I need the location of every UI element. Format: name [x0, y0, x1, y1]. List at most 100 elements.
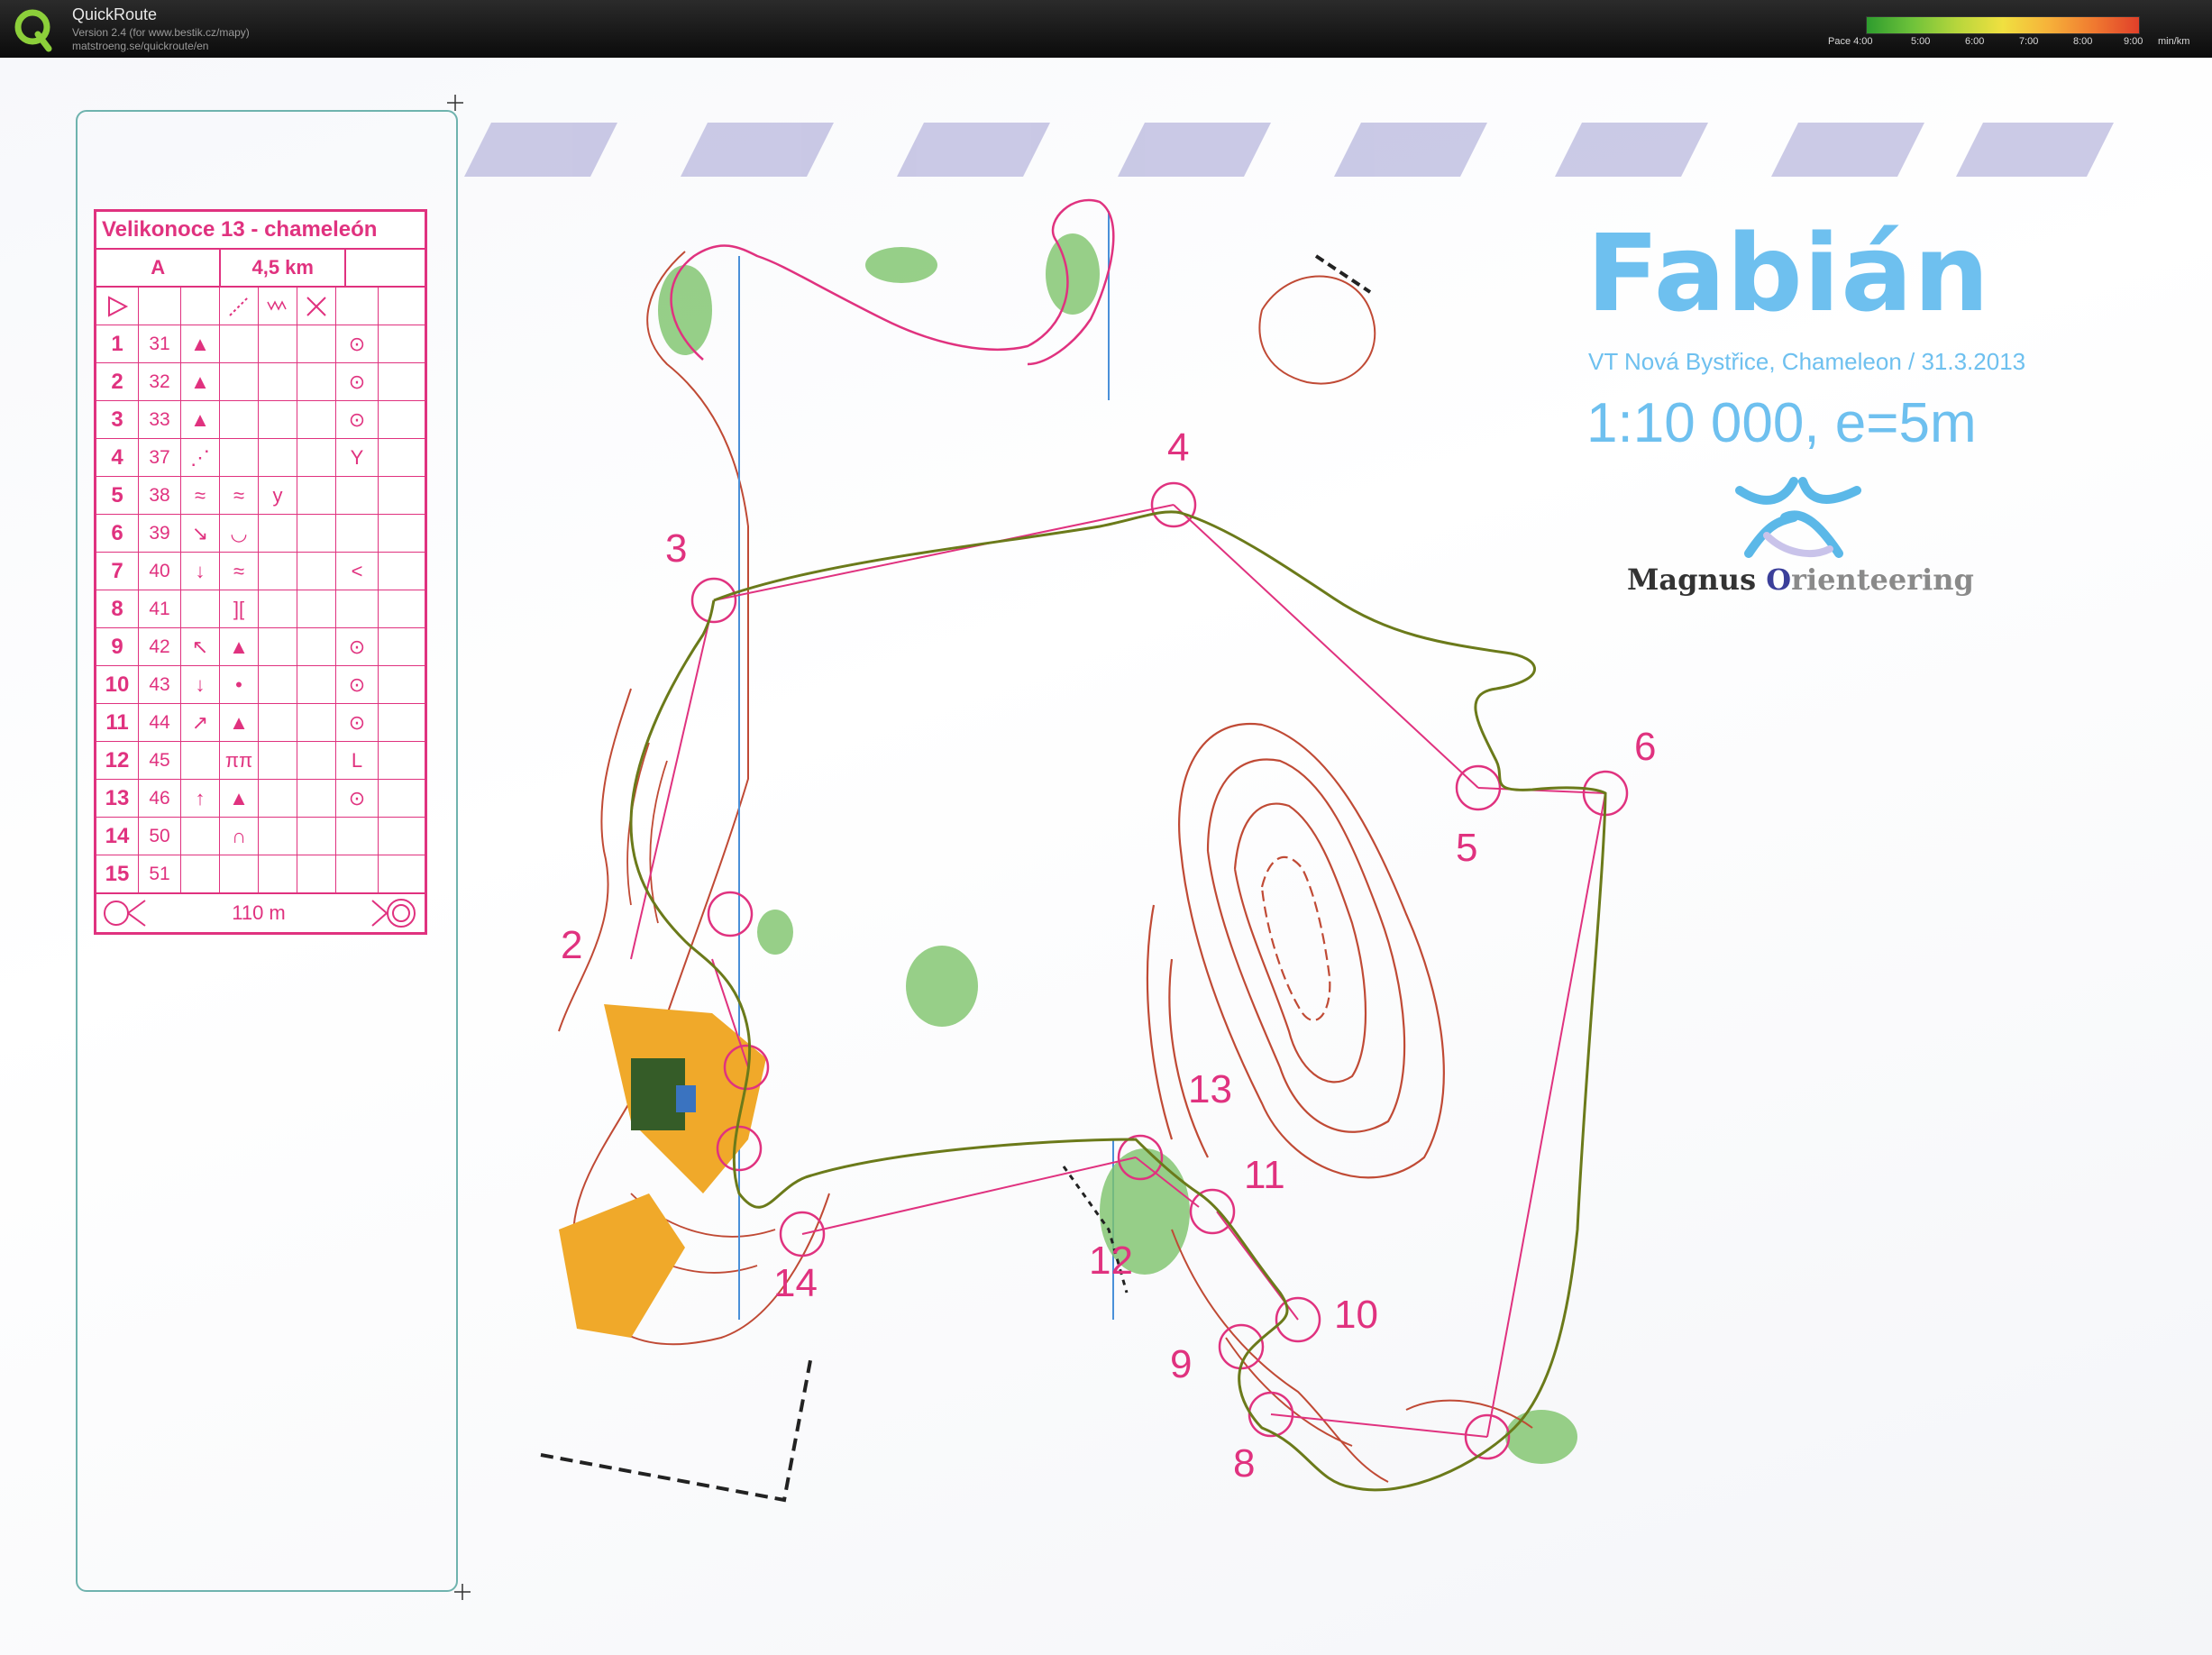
control-label: 10 [1334, 1293, 1378, 1337]
pace-label: Pace 4:00 [1828, 36, 1873, 47]
description-row: 11 44 ↗ ▲ ⊙ [96, 704, 425, 742]
control-number: 8 [96, 590, 139, 627]
control-number: 9 [96, 628, 139, 665]
dimension-symbol [297, 515, 336, 552]
direction-symbol: ↓ [181, 553, 220, 590]
course-class: A [96, 250, 222, 286]
location-symbol: ⊙ [336, 325, 379, 362]
description-row: 15 51 [96, 855, 425, 894]
control-code: 39 [139, 515, 181, 552]
description-row: 4 37 ⋰ Y [96, 439, 425, 477]
control-label: 14 [773, 1261, 818, 1305]
location-symbol: ⊙ [336, 666, 379, 703]
appearance-symbol [259, 704, 297, 741]
location-symbol: ⊙ [336, 363, 379, 400]
control-label: 2 [561, 923, 583, 967]
location-symbol [336, 818, 379, 855]
cross-icon [297, 288, 336, 325]
direction-symbol [181, 742, 220, 779]
header-stripes [464, 123, 2114, 177]
appearance-symbol [259, 666, 297, 703]
feature-symbol: • [220, 666, 259, 703]
pace-color-scale [1866, 16, 2140, 34]
feature-symbol: ◡ [220, 515, 259, 552]
dimension-symbol [297, 553, 336, 590]
other-info [379, 628, 420, 665]
app-version: Version 2.4 (for www.bestik.cz/mapy) [72, 26, 250, 39]
control-code: 51 [139, 855, 181, 892]
appearance-symbol [259, 325, 297, 362]
quickroute-logo-icon [14, 9, 52, 52]
start-triangle-icon [96, 288, 139, 325]
description-header: A 4,5 km [96, 250, 425, 288]
control-label: 9 [1170, 1342, 1193, 1386]
other-info [379, 855, 420, 892]
control-circles [690, 481, 1629, 1460]
finish-from-icon [104, 900, 146, 927]
app-link[interactable]: matstroeng.se/quickroute/en [72, 40, 208, 52]
dimension-symbol [297, 666, 336, 703]
other-info [379, 590, 420, 627]
course-length: 4,5 km [221, 250, 346, 286]
appearance-symbol [259, 742, 297, 779]
other-info [379, 666, 420, 703]
start-row [96, 288, 425, 325]
description-row: 8 41][ [96, 590, 425, 628]
description-row: 7 40 ↓ ≈ < [96, 553, 425, 590]
direction-symbol: ↘ [181, 515, 220, 552]
gps-route [629, 510, 1607, 1492]
location-symbol: ⊙ [336, 704, 379, 741]
control-number: 11 [96, 704, 139, 741]
control-number: 4 [96, 439, 139, 476]
control-code: 37 [139, 439, 181, 476]
description-row: 10 43 ↓ • ⊙ [96, 666, 425, 704]
control-number: 3 [96, 401, 139, 438]
control-number: 10 [96, 666, 139, 703]
dimension-symbol [297, 401, 336, 438]
control-label: 11 [1244, 1153, 1285, 1197]
control-label: 13 [1188, 1067, 1232, 1111]
direction-symbol [181, 855, 220, 892]
location-symbol [336, 590, 379, 627]
wavy-line-icon [259, 288, 297, 325]
description-row: 14 50 ∩ [96, 818, 425, 855]
feature-symbol [220, 325, 259, 362]
ne-terrain [1258, 254, 1376, 385]
other-info [379, 401, 420, 438]
dimension-symbol [297, 439, 336, 476]
map-event: VT Nová Bystřice, Chameleon / 31.3.2013 [1588, 348, 2026, 375]
appearance-symbol [259, 818, 297, 855]
pace-unit: min/km [2158, 36, 2190, 47]
control-code: 38 [139, 477, 181, 514]
direction-symbol: ▲ [181, 363, 220, 400]
control-number: 5 [96, 477, 139, 514]
other-info [379, 818, 420, 855]
control-label: 6 [1634, 725, 1657, 769]
description-row: 2 32 ▲ ⊙ [96, 363, 425, 401]
appearance-symbol [259, 628, 297, 665]
control-code: 32 [139, 363, 181, 400]
dimension-symbol [297, 363, 336, 400]
location-symbol: ⊙ [336, 780, 379, 817]
map-title: Fabián [1586, 211, 1990, 335]
control-number: 13 [96, 780, 139, 817]
appearance-symbol [259, 515, 297, 552]
direction-symbol: ▲ [181, 325, 220, 362]
control-code: 50 [139, 818, 181, 855]
dotted-line-icon [220, 288, 259, 325]
dimension-symbol [297, 818, 336, 855]
location-symbol: Y [336, 439, 379, 476]
description-row: 1 31 ▲ ⊙ [96, 325, 425, 363]
appearance-symbol [259, 780, 297, 817]
control-number: 2 [96, 363, 139, 400]
pace-tick: 9:00 [2124, 36, 2143, 47]
feature-symbol: ▲ [220, 704, 259, 741]
description-row: 6 39 ↘ ◡ [96, 515, 425, 553]
control-number: 7 [96, 553, 139, 590]
app-title: QuickRoute [72, 5, 158, 23]
location-symbol: L [336, 742, 379, 779]
direction-symbol [181, 590, 220, 627]
appearance-symbol [259, 553, 297, 590]
pace-tick: 6:00 [1965, 36, 1985, 47]
control-code: 46 [139, 780, 181, 817]
